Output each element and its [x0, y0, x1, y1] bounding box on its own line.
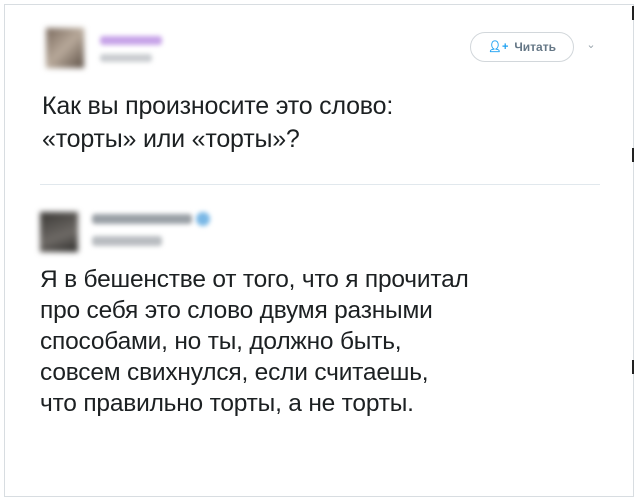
screenshot-frame [4, 4, 634, 497]
reply-text-line: способами, но ты, должно быть, [40, 328, 402, 355]
edge-mark [632, 6, 634, 20]
tweet-text: Как вы произносите это слово: «торты» ил… [42, 90, 602, 156]
reply-text-line: про себя это слово двумя разными [40, 297, 433, 324]
reply-text-line: совсем свихнулся, если считаешь, [40, 359, 429, 386]
edge-mark [632, 360, 634, 374]
reply-text-line: что правильно торты, а не торты. [40, 390, 414, 417]
author-name-blurred[interactable] [100, 36, 162, 45]
reply-text: Я в бешенстве от того, что я прочитал пр… [40, 264, 620, 419]
reply-text-line: Я в бешенстве от того, что я прочитал [40, 266, 469, 293]
follow-button-label: Читать [514, 40, 556, 54]
chevron-down-icon[interactable]: ⌄ [584, 38, 598, 52]
add-user-icon: 👤︎+ [487, 40, 509, 53]
tweet-text-line: «торты» или «торты»? [42, 125, 300, 153]
follow-button[interactable]: 👤︎+ Читать [470, 32, 574, 62]
edge-mark [632, 148, 634, 162]
author-handle-blurred [100, 54, 152, 62]
reply-author-name-blurred[interactable] [92, 214, 192, 224]
reply-author-handle-blurred [92, 236, 162, 246]
avatar[interactable] [46, 28, 84, 68]
avatar[interactable] [40, 212, 78, 252]
tweet-text-line: Как вы произносите это слово: [42, 92, 394, 120]
divider [40, 184, 600, 185]
verified-icon [196, 212, 210, 226]
